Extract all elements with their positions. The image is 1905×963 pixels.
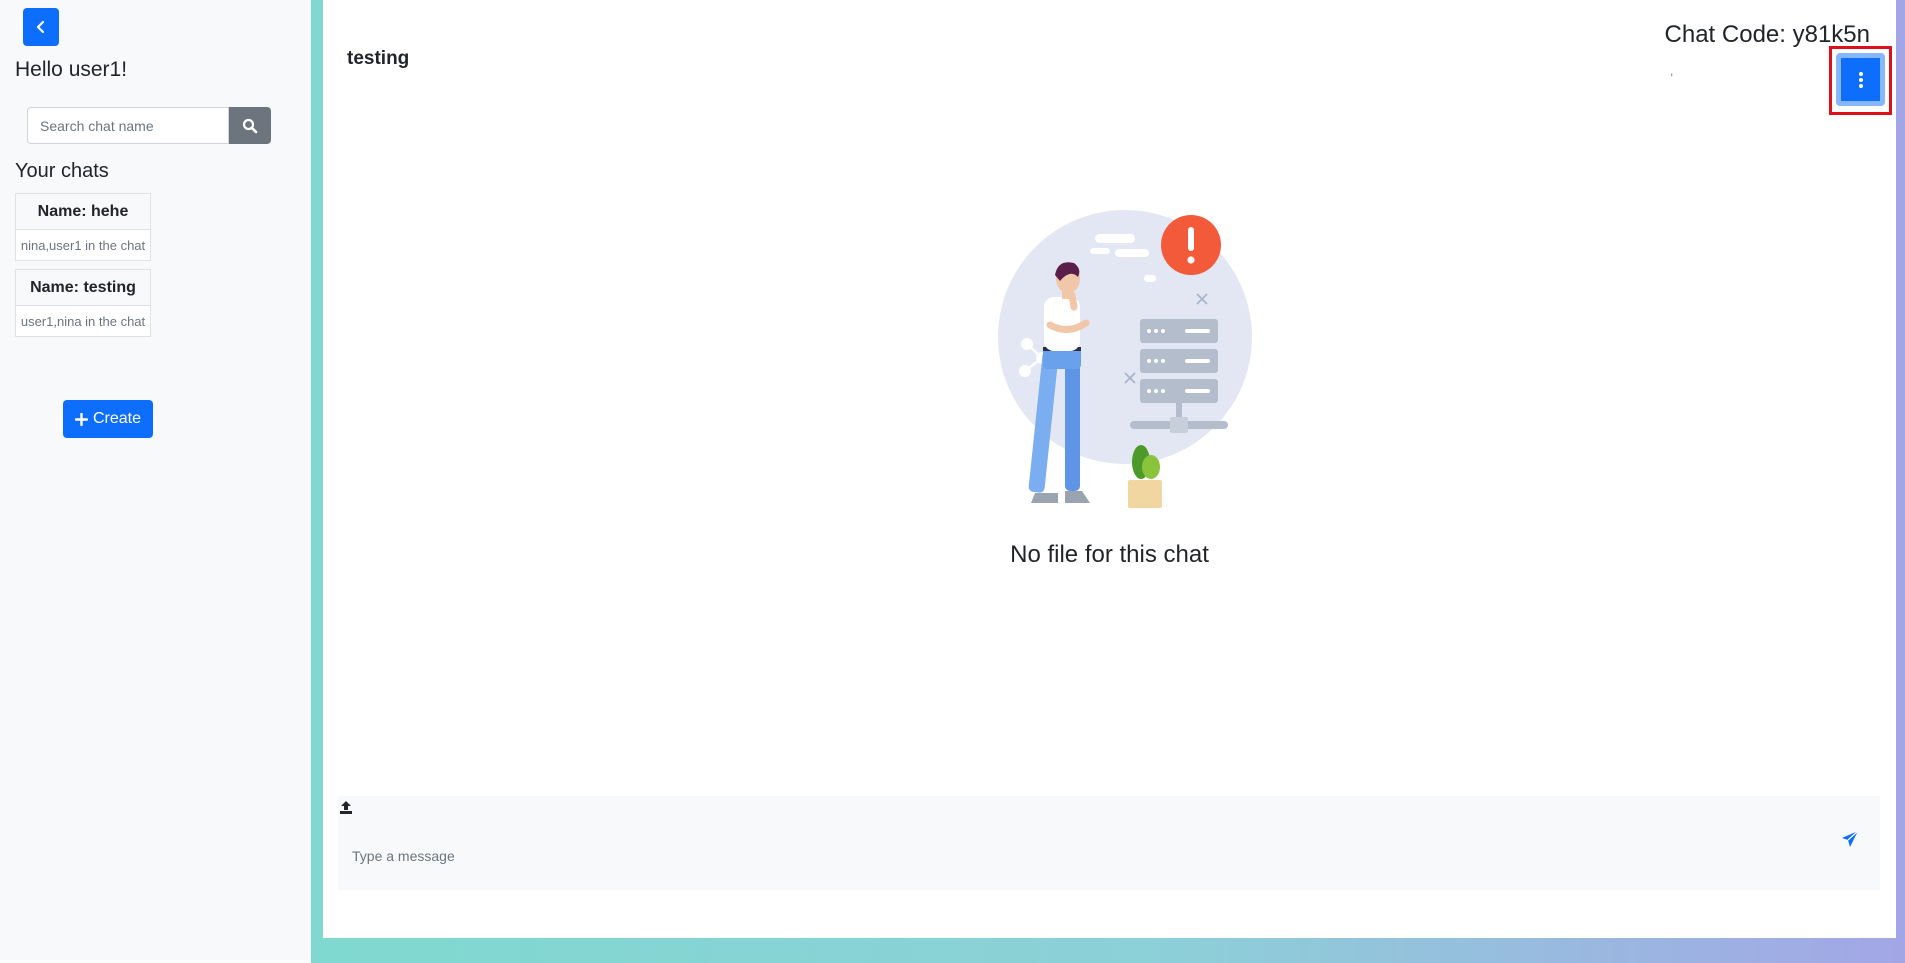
plus-icon [74, 412, 88, 426]
greeting-text: Hello user1! [15, 58, 128, 81]
chat-search [27, 107, 271, 144]
chevron-left-icon [36, 20, 45, 34]
chat-code-subtext: , [1670, 64, 1674, 78]
search-icon [242, 118, 258, 133]
chat-options-button[interactable] [1836, 53, 1885, 106]
chat-panel: testing Chat Code: y81k5n , No file for … [323, 0, 1896, 938]
sidebar: Hello user1! Your chats Name: hehe nina,… [0, 0, 311, 960]
search-input[interactable] [27, 107, 229, 144]
create-button-label: Create [92, 410, 142, 427]
empty-state-message: No file for this chat [1010, 541, 1209, 568]
create-chat-button[interactable]: Create [63, 400, 153, 438]
chat-card-name: Name: hehe [16, 194, 150, 230]
paper-plane-icon [1842, 830, 1859, 847]
chat-card-members: nina,user1 in the chat [16, 230, 150, 260]
no-file-illustration [998, 210, 1252, 508]
chat-card-testing[interactable]: Name: testing user1,nina in the chat [15, 269, 151, 337]
chat-card-members: user1,nina in the chat [16, 306, 150, 336]
chat-code: Chat Code: y81k5n [1664, 21, 1870, 48]
search-button[interactable] [229, 107, 271, 144]
upload-icon [340, 801, 352, 814]
your-chats-heading: Your chats [15, 160, 109, 182]
message-input[interactable] [350, 841, 1830, 871]
vertical-ellipsis-icon [1858, 71, 1863, 88]
back-button[interactable] [23, 8, 59, 46]
upload-button[interactable] [338, 796, 354, 816]
send-button[interactable] [1838, 827, 1862, 851]
chat-title: testing [347, 48, 410, 69]
message-composer [338, 796, 1880, 890]
chat-frame: testing Chat Code: y81k5n , No file for … [311, 0, 1905, 963]
chat-card-hehe[interactable]: Name: hehe nina,user1 in the chat [15, 193, 151, 261]
chat-card-name: Name: testing [16, 270, 150, 306]
